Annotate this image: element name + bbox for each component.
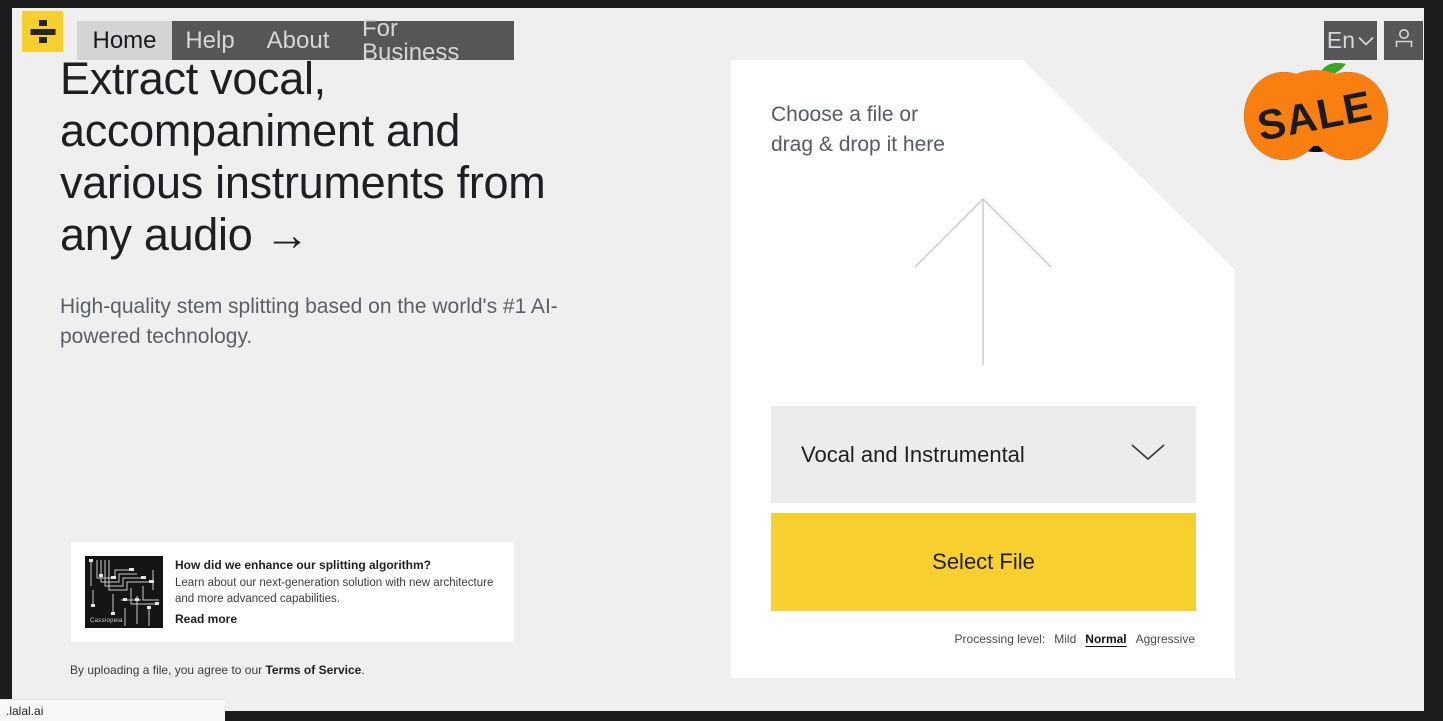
terms-notice: By uploading a file, you agree to our Te…	[70, 663, 365, 677]
nav-tab-about-label: About	[266, 26, 330, 54]
stem-selection-value: Vocal and Instrumental	[801, 441, 1025, 467]
page-viewport: Home Help About For Business En Extract …	[12, 8, 1424, 711]
promo-description: Learn about our next-generation solution…	[175, 577, 494, 605]
processing-level-mild[interactable]: Mild	[1054, 632, 1076, 646]
browser-status-bar: .lalal.ai	[0, 699, 225, 721]
nav-tab-help-label: Help	[185, 26, 235, 54]
processing-level-normal[interactable]: Normal	[1085, 632, 1126, 646]
upload-panel[interactable]: Choose a file or drag & drop it here Voc…	[731, 60, 1235, 678]
page-title: Extract vocal, accompaniment and various…	[60, 53, 546, 260]
select-file-button[interactable]: Select File	[771, 513, 1196, 611]
logo-dot-top	[38, 20, 47, 26]
thumbnail-caption: Cassiopeia	[90, 618, 123, 624]
hero-section: Extract vocal, accompaniment and various…	[60, 53, 580, 352]
circuit-board-thumbnail: Cassiopeia	[85, 556, 163, 628]
user-icon	[1393, 28, 1415, 54]
language-selector-label: En	[1326, 27, 1356, 53]
hero-subtitle: High-quality stem splitting based on the…	[60, 295, 558, 348]
nav-tab-home-label: Home	[92, 26, 157, 54]
terms-of-service-link[interactable]: Terms of Service	[265, 663, 361, 677]
top-navigation-bar: Home Help About For Business En	[12, 8, 1424, 64]
terms-period: .	[361, 663, 365, 677]
sale-badge[interactable]: SALE	[1242, 56, 1390, 176]
browser-window: Home Help About For Business En Extract …	[0, 0, 1443, 721]
promo-title: How did we enhance our splitting algorit…	[175, 558, 432, 572]
processing-level-label: Processing level:	[954, 632, 1046, 646]
logo-bar	[30, 28, 55, 35]
status-bar-url: .lalal.ai	[6, 703, 44, 718]
promo-text-block: How did we enhance our splitting algorit…	[175, 556, 500, 627]
language-selector[interactable]: En	[1324, 21, 1377, 60]
chevron-down-icon	[1358, 36, 1374, 46]
upload-prompt-text: Choose a file or drag & drop it here	[771, 103, 945, 156]
upload-arrow-icon	[909, 195, 1057, 372]
read-more-link[interactable]: Read more	[175, 611, 500, 627]
terms-notice-text: By uploading a file, you agree to our	[70, 663, 266, 677]
stem-selection-dropdown[interactable]: Vocal and Instrumental	[771, 406, 1196, 503]
account-button[interactable]	[1384, 21, 1423, 60]
logo-dot-bottom	[38, 37, 47, 43]
divide-logo-icon[interactable]	[22, 11, 63, 52]
promo-card[interactable]: Cassiopeia How did we enhance our splitt…	[71, 542, 514, 642]
chevron-down-icon	[1130, 442, 1166, 467]
processing-level-selector: Processing level: Mild Normal Aggressive	[955, 632, 1195, 646]
processing-level-aggressive[interactable]: Aggressive	[1136, 632, 1195, 646]
